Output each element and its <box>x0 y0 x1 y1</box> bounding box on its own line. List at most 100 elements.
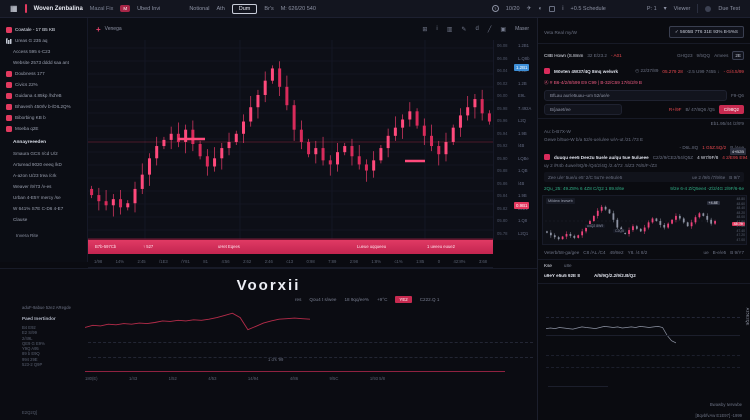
app-logo-icon[interactable]: ▦ <box>10 4 18 13</box>
bell-icon[interactable]: ◐ <box>539 6 543 12</box>
holding-loss: 1 G5Z.5Q/2 <box>702 145 726 150</box>
sidebar-item[interactable]: A-azon U/23 trea /crk <box>0 170 87 181</box>
schedule-label[interactable]: +0.5 Schedule <box>571 6 606 12</box>
time-tick: 1:85 <box>416 259 424 264</box>
asset-title[interactable]: duuqu eee5 Dee2u 5ue/e au/qu 5ue 5u/ueee <box>554 155 649 160</box>
tab-2[interactable]: u8e <box>564 263 572 268</box>
spark-value-tag: 4+B2B <box>730 148 746 155</box>
last-price-tag: 1.2B1 <box>514 64 529 71</box>
send-icon[interactable]: ✈ <box>527 5 532 12</box>
info-icon[interactable]: i <box>436 26 437 32</box>
bars-icon[interactable]: ▥ <box>447 26 453 33</box>
bottom-time-tick: 1/43 <box>129 376 137 381</box>
submit-order-button[interactable]: C/98Q2 <box>719 105 744 114</box>
sidebar-item-label: Biborbing KB b <box>15 115 46 120</box>
due-test-label[interactable]: Due Test <box>718 6 740 12</box>
price-axis[interactable]: 06.0806.0606.0406.0206.0005.9805.9605.94… <box>493 40 537 240</box>
price-tick: 06.06 <box>497 57 507 61</box>
time-tick: c1% <box>394 259 402 264</box>
amount-input[interactable]: B/jaaet/ee <box>544 104 622 115</box>
d-icon[interactable]: d <box>475 26 478 32</box>
time-tick: c13 <box>286 259 293 264</box>
meta-item[interactable]: Qou4 t s/wee <box>309 297 336 302</box>
bottom-line-chart[interactable] <box>85 305 310 335</box>
sidebar-item[interactable]: Arturead 9020 eeeq /kD <box>0 159 87 170</box>
instrument-name: u9eY e5u5 92E 8 <box>544 273 580 278</box>
viewer-label[interactable]: Viewer <box>674 6 691 12</box>
summary-button[interactable]: ✓ 5605B 7T6 31E 93% B-5%S <box>669 26 744 38</box>
time-tick: /Y81 <box>181 259 190 264</box>
position-title[interactable]: Mövten 4W37/4Q 8mq we/wrk <box>554 69 618 74</box>
symbol-label[interactable]: Venega <box>105 26 122 32</box>
position-detail: Ⓐ # B6-4/2/8/599 E9 C99 | B-32/C69 17/6/… <box>544 80 642 86</box>
menu-item-1[interactable]: Ubed Invi <box>137 6 160 12</box>
holding-row[interactable]: Gewe b/5ue-W b/a 52/s-ue/u/ee w/A-ut /21… <box>544 137 643 142</box>
price-tick: 05.88 <box>497 169 507 173</box>
meta-item[interactable]: res <box>295 297 301 302</box>
menu-item-2[interactable]: Notional <box>189 6 209 12</box>
sidebar-item[interactable]: Invera Rite <box>0 230 87 241</box>
price-tick: 05.94 <box>497 132 507 136</box>
sidebar-item[interactable]: Annayreeeden <box>0 137 87 148</box>
mode-badge[interactable]: M <box>120 5 130 12</box>
snapshot-icon[interactable]: ▣ <box>500 26 506 33</box>
price-tick: 06.08 <box>497 44 507 48</box>
sidebar-item[interactable]: Moeba q2E <box>0 123 87 134</box>
sidebar-item[interactable]: Cowtale - 17 B5 KB <box>0 24 87 35</box>
bottom-time-tick: 1/93 5/8 <box>370 376 385 381</box>
legend-item[interactable]: 523-2 Q9P <box>22 362 84 367</box>
main-candlestick-chart[interactable] <box>88 40 493 240</box>
sidebar-item[interactable]: Weaver /9/73 /v-es <box>0 181 87 192</box>
sidebar-item-label: Urban 4-E5Y mercy /se <box>13 195 61 200</box>
sidebar-item[interactable]: Smaura GCS r/cd U/2 <box>0 148 87 159</box>
sidebar-item[interactable]: Doubness 177 <box>0 68 87 79</box>
menu-item-4[interactable]: Br's <box>264 6 273 12</box>
sidebar-item[interactable]: Website 2573 dddd saa ant <box>0 57 87 68</box>
sidebar-item[interactable]: Bhavesh 450rlv b-/DIL2Q% <box>0 101 87 112</box>
help-icon[interactable]: ? <box>492 5 499 12</box>
price-tick: 05.84 <box>497 194 507 198</box>
filter-icon[interactable]: ▾ <box>664 5 667 12</box>
note-row[interactable]: Zee u/e' 5ue/u e5' 2/C 5u7e ee5u/e5 <box>548 175 622 180</box>
sidebar-item[interactable]: Urban 4-E5Y mercy /se <box>0 192 87 203</box>
time-axis[interactable]: 1/9814%2:45/1E3/Y81814:562:622:46c130:98… <box>88 256 493 268</box>
instrument-icon <box>6 126 12 132</box>
sidebar-item[interactable]: Access 595 s-C23 <box>0 46 87 57</box>
order-input[interactable]: BfLau aur/e5uau–um 52/ue/e <box>544 90 727 101</box>
sidebar-item[interactable]: W 641% S7E C-D6 4-E7 <box>0 203 87 214</box>
sidebar-item[interactable]: Civics 22% <box>0 79 87 90</box>
maser-label[interactable]: Maser <box>515 26 529 32</box>
grid-icon[interactable]: ⊞ <box>422 26 427 33</box>
sidebar-item-label: Access 595 s-C23 <box>13 49 50 54</box>
bottom-time-tick: 9/5C <box>330 376 339 381</box>
add-icon[interactable]: + <box>96 25 101 34</box>
line-tool-icon[interactable]: ╱ <box>488 26 492 33</box>
ribbon-label: Lueue uqqueeu <box>357 244 386 249</box>
mini-candlestick-chart[interactable] <box>545 197 717 245</box>
note-unit: B 9/7 <box>729 175 740 180</box>
sidebar-item[interactable]: Guidana 4.85kp /hd'eB <box>0 90 87 101</box>
gridline <box>548 386 608 387</box>
meta-badge[interactable]: YE2 <box>395 296 411 303</box>
row-chip[interactable]: 2E <box>732 51 744 60</box>
info-icon[interactable]: i <box>562 6 563 12</box>
app-title: Woven Zenbalina <box>34 6 83 12</box>
price-tick: 1.9B <box>518 194 531 198</box>
sidebar-item-label: Guidana 4.85kp /hd'eB <box>15 93 62 98</box>
tab-kse[interactable]: Kse <box>544 263 552 268</box>
sidebar-item[interactable]: Clause <box>0 214 87 225</box>
checkbox[interactable] <box>549 6 555 12</box>
mini-chart-panel[interactable]: Mildew lewwrb +4.8E 48.2B u4Q2 8W9 C2Q5 … <box>542 195 747 245</box>
dum-button[interactable]: Dum <box>232 4 258 14</box>
user-avatar[interactable] <box>705 6 711 12</box>
meta-item[interactable]: 18 9qq/ee% <box>344 297 369 302</box>
ribbon-label: B7b-597Cb <box>95 244 116 249</box>
draw-icon[interactable]: ✎ <box>461 26 466 33</box>
mini-axis-tick: 48.00 <box>737 216 746 219</box>
stat: Y8. /4 8/2 <box>628 250 648 255</box>
position-pnl: - G/4.5/99 <box>724 69 744 74</box>
menu-item-3[interactable]: Ath <box>217 6 225 12</box>
sidebar-item[interactable]: Ureas G 235 aq <box>0 35 87 46</box>
price-tick: /4B <box>518 144 531 148</box>
sidebar-item[interactable]: Biborbing KB b <box>0 112 87 123</box>
